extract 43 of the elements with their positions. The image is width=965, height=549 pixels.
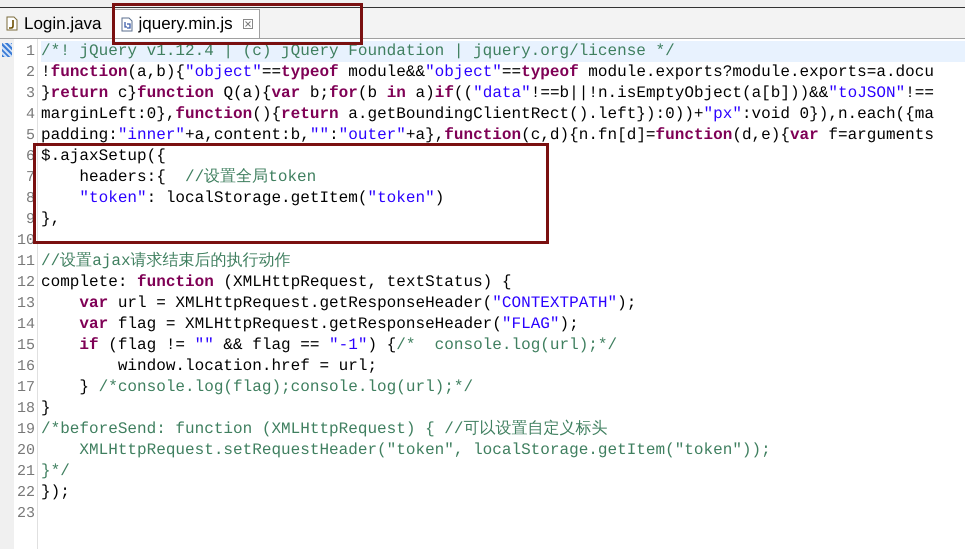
code-line: padding:"inner"+a,content:b,"":"outer"+a},function(c,d){n.fn[d]=function(d,e){var f=arguments	[41, 125, 935, 146]
code-line: //设置ajax请求结束后的执行动作	[41, 251, 292, 272]
line-number: 18	[16, 399, 35, 419]
line-number: 11	[16, 252, 35, 272]
code-line: XMLHttpRequest.setRequestHeader("token", localStorage.getItem("token"));	[78, 440, 772, 461]
line-number: 23	[16, 504, 35, 524]
close-icon[interactable]	[242, 19, 253, 29]
code-line: }*/	[41, 461, 71, 482]
code-line: $.ajaxSetup({	[41, 146, 167, 167]
line-number: 17	[16, 378, 35, 398]
code-line: headers:{ //设置全局token	[78, 167, 318, 188]
line-number: 20	[16, 441, 35, 461]
line-number: 16	[16, 357, 35, 377]
code-line: });	[41, 482, 71, 503]
code-line: },	[41, 209, 62, 230]
line-number: 2	[26, 63, 35, 83]
code-line: complete: function (XMLHttpRequest, textStatus) {	[41, 272, 512, 293]
script-file-icon	[120, 16, 133, 32]
code-line: } /*console.log(flag);console.log(url);*/	[78, 377, 474, 398]
code-line: if (flag != "" && flag == "-1") {/* console.log(url);*/	[78, 335, 618, 356]
line-number: 5	[26, 126, 35, 146]
java-file-icon	[6, 16, 18, 31]
line-number: 3	[26, 84, 35, 104]
line-number: 21	[16, 462, 35, 482]
ruler-marker	[2, 43, 12, 57]
line-number: 15	[16, 336, 35, 356]
code-line: }return c}function Q(a){var b;for(b in a)if(("data"!==b||!n.isEmptyObject(a[b]))&&"toJSON"!==	[41, 83, 936, 104]
line-number: 14	[16, 315, 35, 335]
code-line: }	[41, 398, 52, 419]
line-number: 1	[26, 42, 35, 62]
code-line: var flag = XMLHttpRequest.getResponseHeader("FLAG");	[78, 314, 580, 335]
line-number: 12	[16, 273, 35, 293]
code-line: !function(a,b){"object"==typeof module&&"object"==typeof module.exports?module.exports=a.docu	[41, 62, 935, 83]
code-line: window.location.href = url;	[116, 356, 378, 377]
line-number: 22	[16, 483, 35, 503]
code-line: "token": localStorage.getItem("token")	[78, 188, 446, 209]
line-number: 19	[16, 420, 35, 440]
code-line: var url = XMLHttpRequest.getResponseHeader("CONTEXTPATH");	[78, 293, 638, 314]
editor-tab[interactable]: jquery.min.js	[114, 9, 260, 38]
code-line: /*beforeSend: function (XMLHttpRequest) { //可以设置自定义标头	[41, 419, 608, 440]
line-number: 4	[26, 105, 35, 125]
code-line: marginLeft:0},function(){return a.getBoundingClientRect().left}):0))+"px":void 0}),n.each({ma	[41, 104, 935, 125]
line-number: 13	[16, 294, 35, 314]
